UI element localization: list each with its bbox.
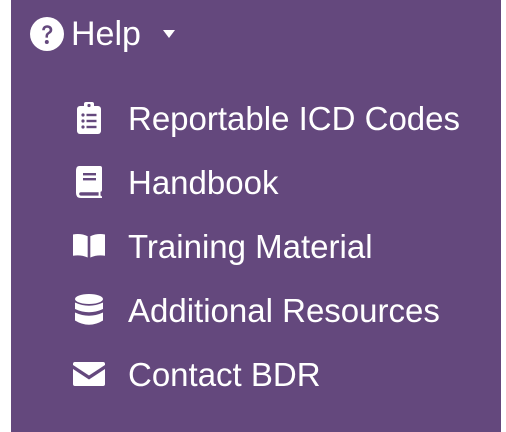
menu-item-label: Additional Resources xyxy=(128,291,440,329)
database-icon xyxy=(73,294,105,326)
menu-item-contact-bdr[interactable]: Contact BDR xyxy=(73,342,460,406)
caret-down-icon xyxy=(162,29,175,39)
clipboard-list-icon xyxy=(73,102,105,134)
help-menu-toggle[interactable]: Help xyxy=(30,8,175,60)
menu-item-reportable-icd-codes[interactable]: Reportable ICD Codes xyxy=(73,86,460,150)
menu-item-label: Handbook xyxy=(128,163,279,201)
menu-item-training-material[interactable]: Training Material xyxy=(73,214,460,278)
question-circle-icon xyxy=(30,17,64,51)
help-menu-label: Help xyxy=(71,15,141,53)
menu-item-handbook[interactable]: Handbook xyxy=(73,150,460,214)
envelope-icon xyxy=(73,358,105,390)
book-icon xyxy=(73,166,105,198)
menu-item-label: Reportable ICD Codes xyxy=(128,99,460,137)
book-open-icon xyxy=(73,230,105,262)
menu-item-label: Contact BDR xyxy=(128,355,321,393)
menu-item-label: Training Material xyxy=(128,227,373,265)
help-dropdown-menu: Help Reportable ICD Codes Handbook Train… xyxy=(11,0,501,432)
menu-item-additional-resources[interactable]: Additional Resources xyxy=(73,278,460,342)
help-menu-list: Reportable ICD Codes Handbook Training M… xyxy=(73,86,460,406)
